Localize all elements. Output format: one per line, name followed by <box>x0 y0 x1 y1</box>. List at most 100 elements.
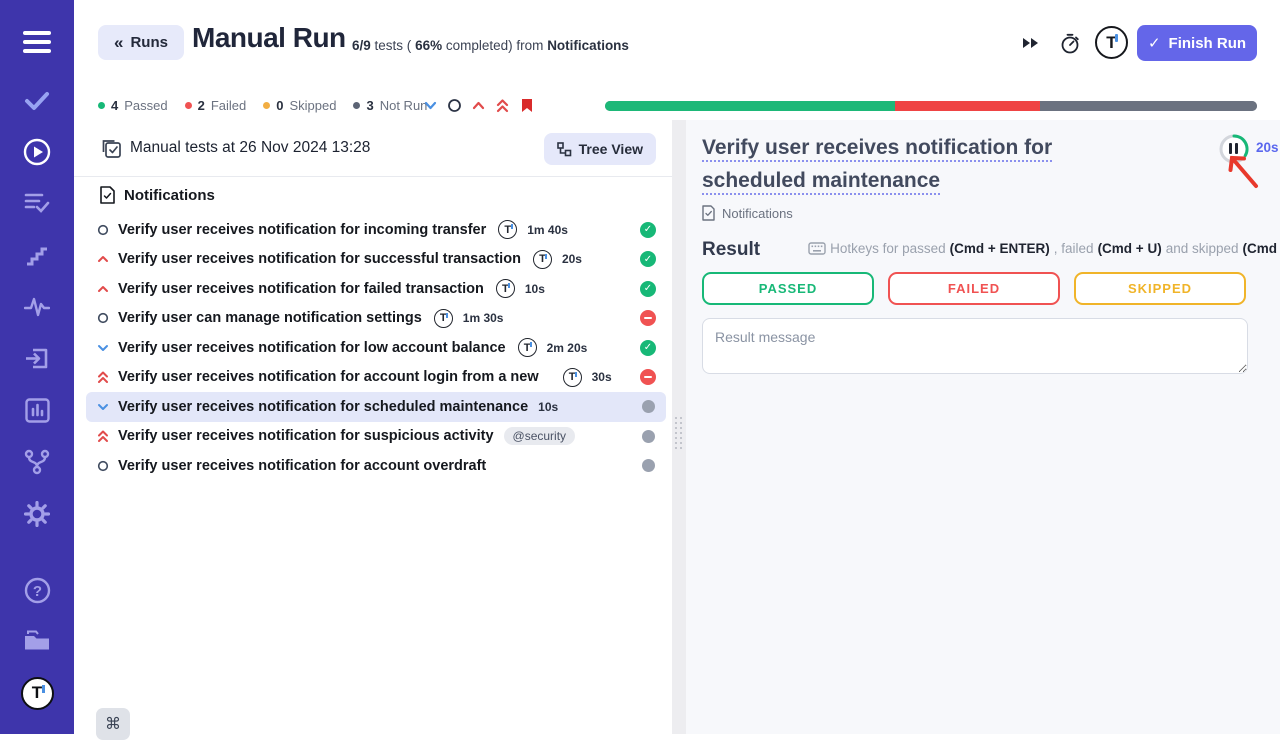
keyboard-icon <box>808 242 826 255</box>
fast-forward-icon[interactable] <box>1016 28 1046 58</box>
back-label: Runs <box>130 34 168 51</box>
test-row[interactable]: Verify user receives notification for lo… <box>86 333 666 363</box>
testomat-badge-icon: T <box>563 368 582 387</box>
stopwatch-icon[interactable] <box>1055 28 1085 58</box>
pause-timer-button[interactable] <box>1219 134 1249 164</box>
status-failed-icon <box>640 310 656 326</box>
detail-breadcrumb[interactable]: Notifications <box>702 205 793 221</box>
pulse-activity-icon[interactable] <box>0 295 74 319</box>
test-row[interactable]: Verify user receives notification for ac… <box>86 363 666 393</box>
checklist-icon <box>102 139 122 163</box>
failed-count: 2Failed <box>185 98 247 113</box>
test-row[interactable]: Verify user receives notification for su… <box>86 245 666 275</box>
test-title: Verify user receives notification for su… <box>118 428 494 444</box>
test-row[interactable]: Verify user receives notification for fa… <box>86 274 666 304</box>
test-row[interactable]: Verify user receives notification for su… <box>86 422 666 452</box>
test-list-panel: Manual tests at 26 Nov 2024 13:28 Tree V… <box>74 120 672 734</box>
status-passed-icon: ✓ <box>640 222 656 238</box>
tests-word: tests ( <box>375 38 412 53</box>
not-run-count: 3Not Run <box>353 98 427 113</box>
skipped-count: 0Skipped <box>263 98 336 113</box>
passed-dot-icon <box>98 102 105 109</box>
priority-filters <box>423 98 534 113</box>
result-header: Result Hotkeys for passed (Cmd + ENTER) … <box>702 239 1246 261</box>
run-title: Manual tests at 26 Nov 2024 13:28 <box>130 139 370 157</box>
testomat-badge-icon: T <box>434 309 453 328</box>
checkmark-nav-icon[interactable] <box>0 88 74 114</box>
cmd-key-button[interactable]: ⌘ <box>96 708 130 740</box>
priority-high-icon <box>96 285 110 293</box>
account-logo-icon[interactable]: T <box>1095 26 1128 59</box>
passed-button[interactable]: PASSED <box>702 272 874 305</box>
status-failed-icon <box>640 369 656 385</box>
group-label: Notifications <box>124 187 215 204</box>
analytics-chart-icon[interactable] <box>0 397 74 423</box>
import-icon[interactable] <box>0 345 74 371</box>
hamburger-menu-icon[interactable] <box>0 28 74 56</box>
test-duration: 2m 20s <box>547 341 588 355</box>
test-tag: @security <box>504 427 576 445</box>
folder-icon[interactable] <box>0 628 74 654</box>
testomat-logo-icon[interactable]: T <box>0 676 74 710</box>
branch-icon[interactable] <box>0 448 74 476</box>
test-row-selected[interactable]: Verify user receives notification for sc… <box>86 392 666 422</box>
runs-play-icon[interactable] <box>0 137 74 167</box>
settings-gear-icon[interactable] <box>0 500 74 528</box>
result-message-input[interactable] <box>702 318 1248 374</box>
test-row[interactable]: Verify user receives notification for in… <box>86 215 666 245</box>
test-row[interactable]: Verify user can manage notification sett… <box>86 304 666 334</box>
filter-chevron-down-icon[interactable] <box>423 98 438 113</box>
test-duration: 20s <box>562 252 582 266</box>
result-buttons: PASSED FAILED SKIPPED <box>702 272 1246 305</box>
filter-double-chevron-up-icon[interactable] <box>495 98 510 113</box>
test-title: Verify user receives notification for ac… <box>118 458 486 474</box>
priority-highest-icon <box>96 371 110 384</box>
failed-dot-icon <box>185 102 192 109</box>
run-progress-bar <box>605 101 1257 111</box>
completed-word: completed) from <box>446 38 544 53</box>
suite-group-notifications[interactable]: Notifications <box>100 186 215 204</box>
help-icon[interactable]: ? <box>0 576 74 604</box>
test-title: Verify user receives notification for lo… <box>118 340 506 356</box>
back-chevrons-icon: « <box>114 33 123 53</box>
main-area: « Runs Manual Run 6/9 tests ( 66% comple… <box>74 0 1280 734</box>
skipped-button[interactable]: SKIPPED <box>1074 272 1246 305</box>
test-duration: 30s <box>592 370 612 384</box>
tree-icon <box>557 142 572 157</box>
failed-button[interactable]: FAILED <box>888 272 1060 305</box>
pause-icon <box>1229 143 1238 154</box>
priority-high-icon <box>96 255 110 263</box>
filter-circle-icon[interactable] <box>447 98 462 113</box>
test-detail-panel: Verify user receives notification for sc… <box>686 120 1280 734</box>
status-not-run-icon <box>642 430 655 443</box>
test-duration: 10s <box>538 400 558 414</box>
status-not-run-icon <box>642 400 655 413</box>
run-header: Manual tests at 26 Nov 2024 13:28 Tree V… <box>74 120 672 177</box>
steps-icon[interactable] <box>0 243 74 267</box>
cmd-glyph: ⌘ <box>105 714 121 734</box>
panel-resize-handle[interactable] <box>672 120 686 734</box>
status-passed-icon: ✓ <box>640 251 656 267</box>
grip-dots-icon <box>675 417 683 449</box>
priority-normal-icon <box>96 460 110 472</box>
test-duration: 1m 30s <box>463 311 504 325</box>
filter-chevron-up-icon[interactable] <box>471 98 486 113</box>
test-title: Verify user receives notification for in… <box>118 222 486 238</box>
tree-view-button[interactable]: Tree View <box>544 133 656 165</box>
detail-test-title[interactable]: Verify user receives notification for sc… <box>702 131 1082 197</box>
progress-not-run-segment <box>1040 101 1257 111</box>
test-list-icon[interactable] <box>0 191 74 215</box>
test-row[interactable]: Verify user receives notification for ac… <box>86 451 666 481</box>
not-run-dot-icon <box>353 102 360 109</box>
page-subtitle: 6/9 tests ( 66% completed) from Notifica… <box>352 38 629 53</box>
test-title: Verify user receives notification for sc… <box>118 399 528 415</box>
passed-count: 4Passed <box>98 98 168 113</box>
status-passed-icon: ✓ <box>640 281 656 297</box>
filter-bookmark-icon[interactable] <box>519 98 534 113</box>
file-icon <box>100 186 115 204</box>
back-to-runs-button[interactable]: « Runs <box>98 25 184 60</box>
finish-run-button[interactable]: ✓ Finish Run <box>1137 25 1257 61</box>
priority-highest-icon <box>96 430 110 443</box>
testomat-badge-icon: T <box>533 250 552 269</box>
timer-value: 20s <box>1256 140 1279 155</box>
